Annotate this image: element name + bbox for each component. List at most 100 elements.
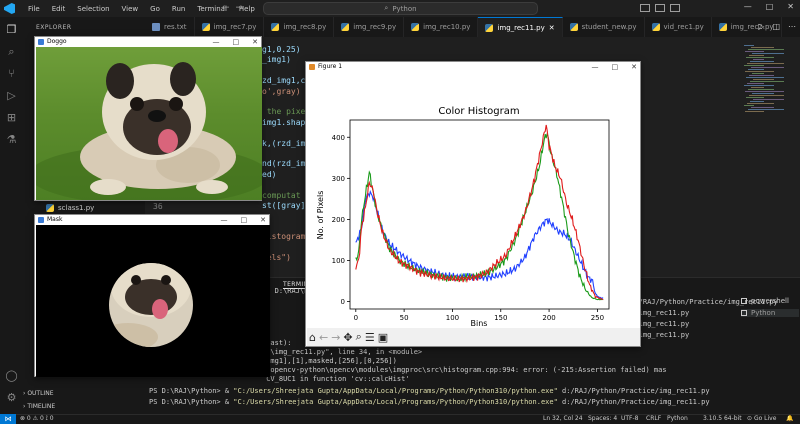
maximize-button[interactable]: □ bbox=[233, 37, 240, 47]
forward-icon[interactable]: → bbox=[331, 331, 340, 344]
configure-subplots-icon[interactable]: ☰ bbox=[365, 331, 375, 344]
menu-item-run[interactable]: Run bbox=[166, 5, 191, 13]
tab-label: res.txt bbox=[164, 23, 187, 31]
language-status[interactable]: Python bbox=[667, 415, 688, 422]
toggle-panel-icon[interactable] bbox=[655, 4, 665, 12]
minimap-line bbox=[751, 47, 774, 48]
x-tick-label: 50 bbox=[400, 314, 409, 322]
indentation-status[interactable]: Spaces: 4 bbox=[588, 415, 617, 422]
toggle-sidebar-icon[interactable] bbox=[640, 4, 650, 12]
menu-item-edit[interactable]: Edit bbox=[46, 5, 72, 13]
close-button[interactable]: ✕ bbox=[252, 37, 258, 47]
eol-status[interactable]: CRLF bbox=[646, 415, 661, 422]
python-file-icon bbox=[271, 23, 280, 31]
more-actions-icon[interactable]: ⋯ bbox=[788, 22, 796, 31]
menu-item-go[interactable]: Go bbox=[144, 5, 166, 13]
masked-pug-graphic bbox=[109, 263, 193, 347]
maximize-button[interactable]: □ bbox=[766, 2, 774, 11]
back-icon[interactable]: ← bbox=[319, 331, 328, 344]
tab-img_rec9-py[interactable]: img_rec9.py bbox=[334, 17, 405, 37]
close-tab-icon[interactable]: ✕ bbox=[549, 24, 555, 32]
command-center-search[interactable]: ⌕ Python bbox=[263, 2, 538, 15]
minimize-button[interactable]: — bbox=[213, 37, 220, 47]
code-line: _img1) bbox=[262, 55, 291, 65]
window-controls[interactable]: — □ ✕ bbox=[592, 62, 638, 72]
terminal-trace-line: a\opencv-python\opencv\modules\imgproc\s… bbox=[262, 366, 667, 374]
nav-arrows[interactable]: ←→ bbox=[222, 3, 249, 13]
mask-window[interactable]: Mask — □ ✕ bbox=[34, 214, 270, 377]
search-icon[interactable]: ⌕ bbox=[5, 45, 18, 58]
terminal-icon bbox=[741, 310, 747, 316]
extensions-icon[interactable]: ⊞ bbox=[5, 111, 18, 124]
split-editor-icon[interactable]: ◫ bbox=[772, 22, 780, 31]
minimap-line bbox=[747, 103, 774, 104]
run-debug-icon[interactable]: ▷ bbox=[5, 89, 18, 102]
minimize-button[interactable]: — bbox=[221, 215, 228, 225]
explorer-icon[interactable]: ❐ bbox=[5, 23, 18, 36]
terminal-session-python[interactable]: Python bbox=[741, 309, 799, 317]
menu-item-selection[interactable]: Selection bbox=[71, 5, 115, 13]
run-icon[interactable]: ▷ bbox=[758, 22, 764, 31]
x-tick-label: 200 bbox=[542, 314, 555, 322]
go-live-button[interactable]: ⊙ Go Live bbox=[747, 415, 776, 422]
minimap-line bbox=[753, 99, 784, 100]
minimap-line bbox=[752, 73, 764, 74]
outline-section[interactable]: › OUTLINE bbox=[23, 390, 53, 397]
encoding-status[interactable]: UTF-8 bbox=[621, 415, 639, 422]
minimap-line bbox=[746, 97, 764, 98]
account-icon[interactable]: ◯ bbox=[5, 369, 18, 382]
layout-controls[interactable] bbox=[640, 4, 700, 13]
save-icon[interactable]: ▣ bbox=[378, 331, 388, 344]
menu-item-view[interactable]: View bbox=[116, 5, 145, 13]
figure-window[interactable]: Figure 1 — □ ✕ Color Histogram 0 50 100 150 20… bbox=[305, 61, 641, 347]
minimap-line bbox=[744, 65, 764, 66]
terminal-prompt-line: PS D:\RAJ\Python> & "C:/Users/Shreejata … bbox=[149, 387, 710, 395]
close-button[interactable]: ✕ bbox=[260, 215, 266, 225]
tab-label: student_new.py bbox=[581, 23, 637, 31]
window-controls[interactable]: — □ ✕ bbox=[221, 215, 267, 225]
window-controls[interactable]: — □ ✕ bbox=[213, 37, 259, 47]
maximize-button[interactable]: □ bbox=[241, 215, 248, 225]
tab-img_rec8-py[interactable]: img_rec8.py bbox=[264, 17, 335, 37]
settings-gear-icon[interactable]: ⚙ bbox=[5, 391, 18, 404]
tab-img_rec7-py[interactable]: img_rec7.py bbox=[195, 17, 265, 37]
close-button[interactable]: ✕ bbox=[631, 62, 637, 72]
home-icon[interactable]: ⌂ bbox=[309, 331, 316, 344]
pan-icon[interactable]: ✥ bbox=[343, 331, 352, 344]
minimap[interactable] bbox=[740, 37, 800, 277]
minimap-line bbox=[748, 49, 784, 50]
tab-res-txt[interactable]: res.txt bbox=[145, 17, 195, 37]
interpreter-status[interactable]: 3.10.5 64-bit bbox=[703, 415, 742, 422]
tab-vid_rec1-py[interactable]: vid_rec1.py bbox=[645, 17, 712, 37]
testing-icon[interactable]: ⚗ bbox=[5, 133, 18, 146]
tab-student_new-py[interactable]: student_new.py bbox=[563, 17, 645, 37]
tab-img_rec11-py[interactable]: img_rec11.py ✕ bbox=[478, 17, 563, 37]
editor-actions[interactable]: ▷ ◫ ⋯ bbox=[758, 22, 796, 31]
minimize-button[interactable]: — bbox=[744, 2, 752, 11]
sidebar-file-item[interactable]: sclass1.py bbox=[46, 204, 94, 212]
zoom-icon[interactable]: ⌕ bbox=[356, 330, 362, 344]
maximize-button[interactable]: □ bbox=[612, 62, 619, 72]
search-icon: ⌕ bbox=[384, 4, 389, 12]
remote-indicator-button[interactable]: ⋈ bbox=[0, 414, 16, 424]
cursor-position[interactable]: Ln 32, Col 24 bbox=[543, 415, 583, 422]
notifications-bell-icon[interactable]: 🔔 bbox=[786, 415, 793, 422]
close-button[interactable]: ✕ bbox=[787, 2, 794, 11]
doggo-window[interactable]: Doggo — □ ✕ bbox=[34, 36, 262, 201]
toggle-secondary-sidebar-icon[interactable] bbox=[670, 4, 680, 12]
opencv-window-icon bbox=[38, 217, 44, 223]
minimap-line bbox=[744, 45, 754, 46]
python-file-icon bbox=[651, 23, 660, 31]
tab-img_rec10-py[interactable]: img_rec10.py bbox=[404, 17, 479, 37]
source-control-icon[interactable]: ⑂ bbox=[5, 67, 18, 80]
tab-label: img_rec8.py bbox=[283, 23, 327, 31]
problems-status[interactable]: ⊗ 0 ⚠ 0 ⟟ 0 bbox=[20, 415, 54, 423]
histogram-chart: Color Histogram 0 50 100 150 200 250 0 100 200 30… bbox=[316, 106, 610, 328]
minimap-line bbox=[751, 87, 764, 88]
menu-item-file[interactable]: File bbox=[22, 5, 46, 13]
pug-image-graphic bbox=[36, 62, 262, 200]
window-title-bar[interactable]: Figure 1 bbox=[306, 62, 640, 72]
window-controls[interactable]: — □ ✕ bbox=[744, 2, 794, 11]
minimize-button[interactable]: — bbox=[592, 62, 599, 72]
timeline-section[interactable]: › TIMELINE bbox=[23, 403, 55, 410]
